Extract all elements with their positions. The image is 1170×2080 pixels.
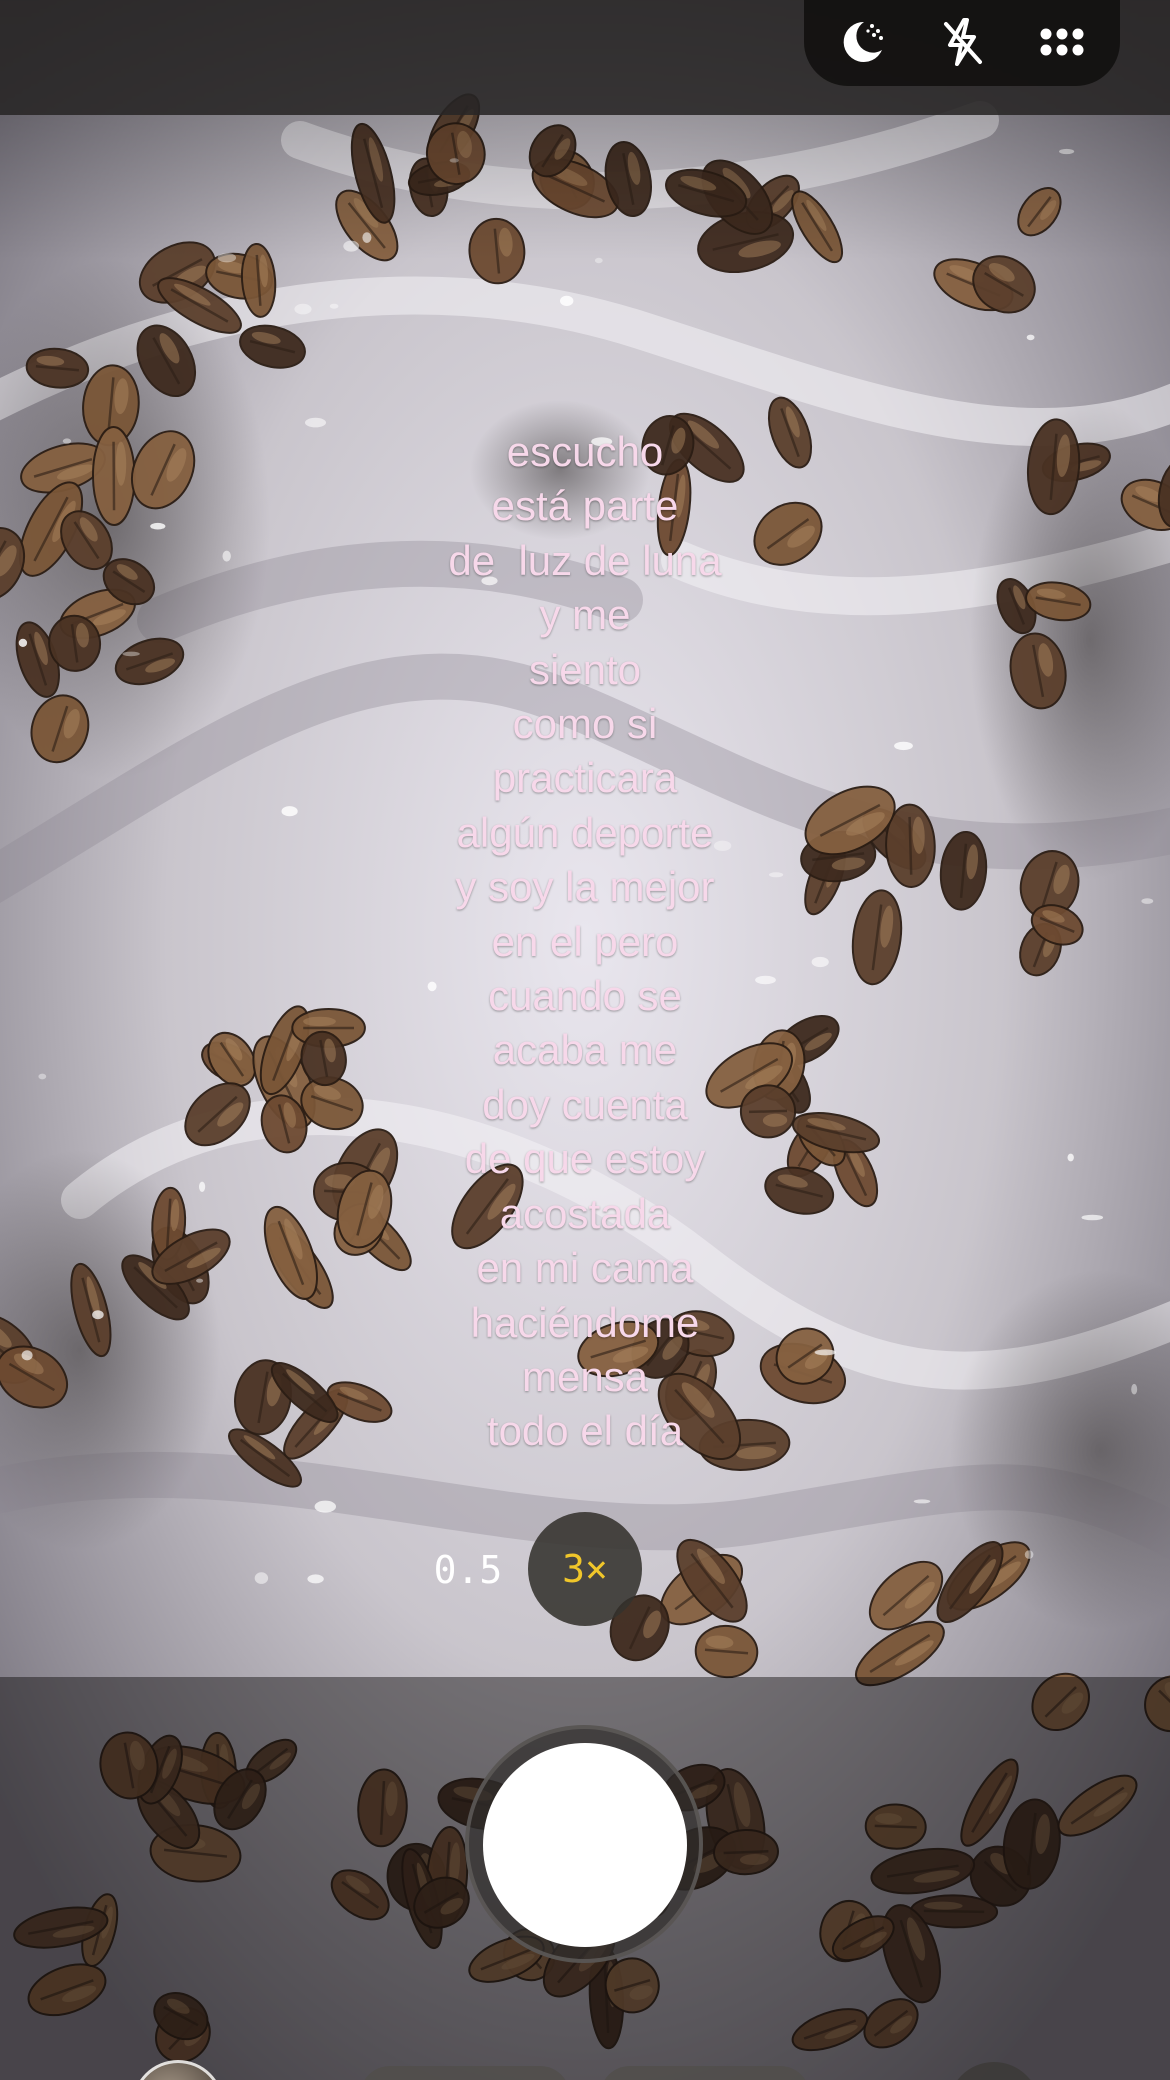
more-options-button[interactable] xyxy=(1026,6,1098,78)
mode-selector-pill[interactable] xyxy=(360,2066,570,2080)
flash-off-icon xyxy=(944,18,982,66)
text-line: algún deporte xyxy=(456,808,714,856)
text-line: mensa xyxy=(521,1352,649,1400)
text-line: está parte xyxy=(491,482,679,530)
grid-dots-icon xyxy=(1040,28,1084,56)
zoom-option-0-5x[interactable]: 0.5 xyxy=(420,1530,516,1610)
text-line: en el pero xyxy=(491,917,679,965)
moon-stars-icon xyxy=(843,21,883,62)
flash-toggle-button[interactable] xyxy=(926,6,998,78)
text-line: como si xyxy=(512,700,658,748)
text-line: practicara xyxy=(492,754,678,802)
text-line: doy cuenta xyxy=(482,1080,688,1128)
camera-screen: escucho está parte de luz de luna y me s… xyxy=(0,0,1170,2080)
shutter-button[interactable] xyxy=(483,1743,687,1947)
text-line: acaba me xyxy=(492,1026,678,1074)
text-line: y soy la mejor xyxy=(455,863,715,911)
text-overlay[interactable]: escucho está parte de luz de luna y me s… xyxy=(335,425,835,1459)
text-line: acostada xyxy=(499,1189,671,1237)
top-controls-pill xyxy=(804,0,1120,86)
text-line: de que estoy xyxy=(464,1135,706,1183)
night-mode-button[interactable] xyxy=(826,6,898,78)
zoom-option-3x-selected[interactable]: 3× xyxy=(528,1512,642,1626)
text-line: en mi cama xyxy=(476,1244,694,1292)
text-line: siento xyxy=(528,645,642,693)
text-line: y me xyxy=(539,591,631,639)
text-line: de luz de luna xyxy=(448,536,722,584)
text-line: cuando se xyxy=(488,972,682,1020)
text-line: haciéndome xyxy=(470,1298,700,1346)
mode-selector-pill[interactable] xyxy=(600,2066,810,2080)
text-line: todo el día xyxy=(486,1407,684,1455)
text-line: escucho xyxy=(506,428,664,475)
